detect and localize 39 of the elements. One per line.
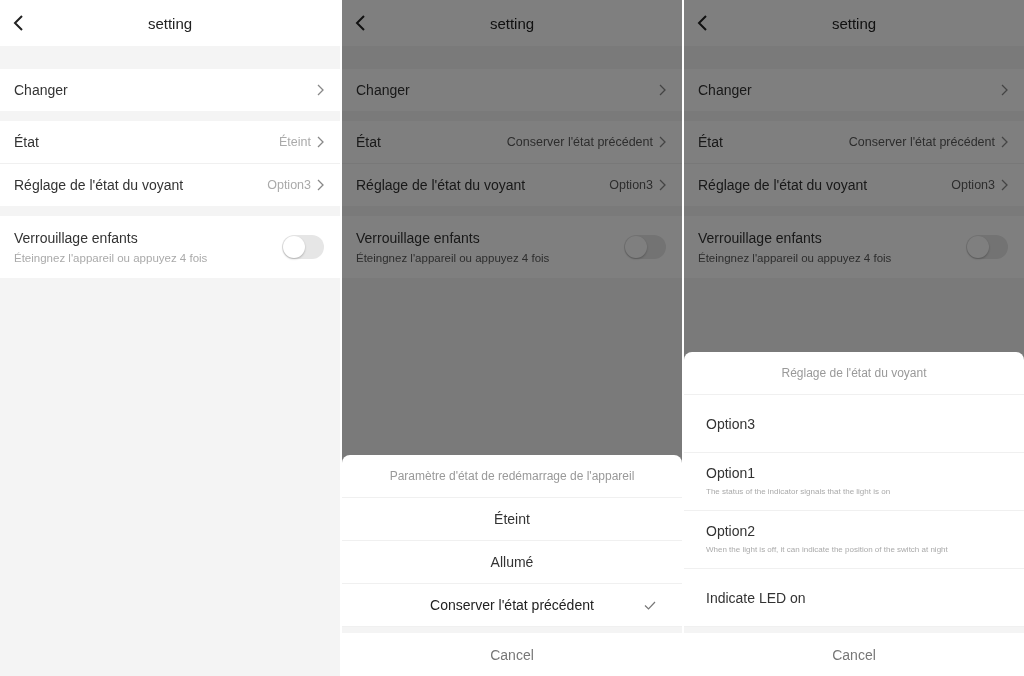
chevron-right-icon: [317, 136, 324, 148]
chevron-right-icon: [1001, 84, 1008, 96]
setting-label: Verrouillage enfants: [356, 230, 481, 246]
page-title: setting: [489, 14, 535, 32]
chevron-right-icon: [1001, 179, 1008, 191]
settings-row[interactable]: Changer: [342, 69, 682, 111]
page-title: setting: [147, 14, 193, 32]
settings-row[interactable]: Réglage de l'état du voyant Option3: [0, 164, 340, 206]
settings-row[interactable]: État Conserver l'état précédent: [684, 121, 1024, 164]
settings-row[interactable]: Changer: [0, 69, 340, 111]
setting-description: Éteingnez l'appareil ou appuyez 4 fois: [356, 252, 550, 264]
settings-row[interactable]: Réglage de l'état du voyant Option3: [684, 164, 1024, 206]
sheet-option[interactable]: Option3: [684, 395, 1024, 453]
chevron-right-icon: [1001, 136, 1008, 148]
page-title: setting: [831, 14, 877, 32]
toggle-switch[interactable]: [282, 235, 324, 259]
toggle-switch[interactable]: [966, 235, 1008, 259]
setting-description: Éteingnez l'appareil ou appuyez 4 fois: [698, 252, 892, 264]
settings-row[interactable]: État Conserver l'état précédent: [342, 121, 682, 164]
chevron-right-icon: [317, 179, 324, 191]
settings-row[interactable]: Changer: [684, 69, 1024, 111]
settings-row[interactable]: État Éteint: [0, 121, 340, 164]
checkmark-icon: [644, 601, 656, 610]
sheet-title: Réglage de l'état du voyant: [684, 352, 1024, 395]
toggle-switch[interactable]: [624, 235, 666, 259]
sheet-option[interactable]: Option1 The status of the indicator signals that the light is on: [684, 453, 1024, 511]
sheet-option[interactable]: Éteint: [342, 498, 682, 541]
sheet-title: Paramètre d'état de redémarrage de l'appareil: [342, 455, 682, 498]
sheet-option[interactable]: Allumé: [342, 541, 682, 584]
setting-description: Éteingnez l'appareil ou appuyez 4 fois: [14, 252, 208, 264]
setting-label: Verrouillage enfants: [698, 230, 823, 246]
sheet-option[interactable]: Option2 When the light is off, it can indicate the position of the switch at night: [684, 511, 1024, 569]
chevron-right-icon: [659, 136, 666, 148]
setting-label: Verrouillage enfants: [14, 230, 139, 246]
chevron-right-icon: [659, 84, 666, 96]
chevron-right-icon: [317, 84, 324, 96]
settings-row[interactable]: Réglage de l'état du voyant Option3: [342, 164, 682, 206]
back-icon[interactable]: [12, 14, 24, 32]
chevron-right-icon: [659, 179, 666, 191]
